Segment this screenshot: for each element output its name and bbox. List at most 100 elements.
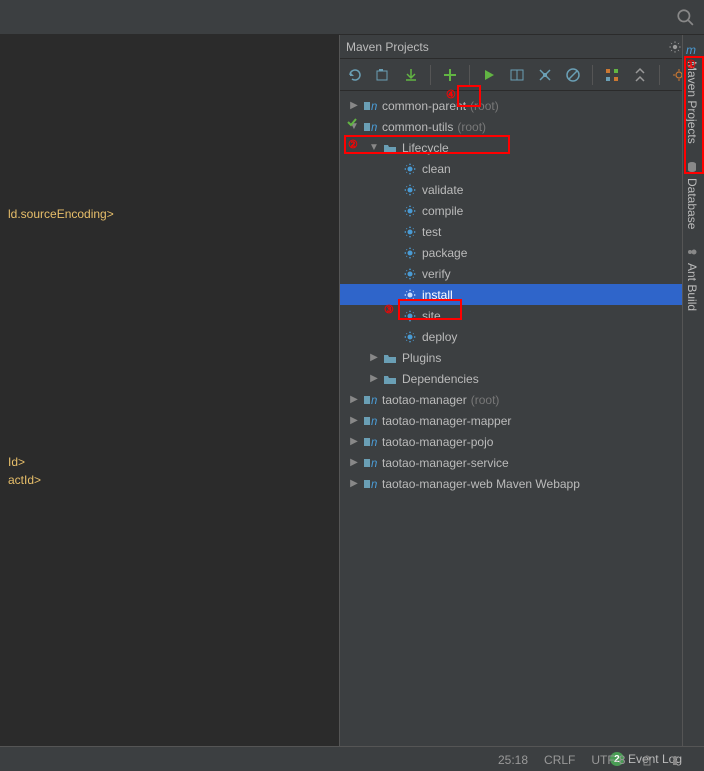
main-area: ld.sourceEncoding> Id> actId> Maven Proj… — [0, 35, 704, 746]
tree-item-label: install — [422, 288, 453, 302]
tree-item-verify[interactable]: verify — [340, 263, 704, 284]
search-icon[interactable] — [676, 8, 694, 26]
toggle-skip-tests-icon[interactable] — [562, 64, 584, 86]
tree-item-label: taotao-manager-pojo — [382, 435, 493, 449]
tree-item-label: taotao-manager — [382, 393, 467, 407]
expand-arrow-icon[interactable]: ▼ — [368, 142, 380, 153]
svg-text:m: m — [371, 456, 377, 470]
tree-item-label: compile — [422, 204, 463, 218]
tree-item-suffix: (root) — [457, 120, 486, 134]
expand-arrow-icon[interactable]: ▶ — [368, 373, 380, 384]
maven-icon: m — [362, 434, 378, 450]
tree-item-label: common-utils — [382, 120, 453, 134]
tab-label: Ant Build — [685, 263, 699, 311]
settings-gear-icon[interactable] — [668, 40, 682, 54]
folder-icon — [382, 371, 398, 387]
tree-item-taotao-manager[interactable]: ▶m taotao-manager (root) — [340, 389, 704, 410]
code-line: actId> — [8, 471, 339, 489]
maven-icon: m — [362, 392, 378, 408]
tree-item-taotao-manager-mapper[interactable]: ▶ m taotao-manager-mapper — [340, 410, 704, 431]
tree-item-taotao-manager-pojo[interactable]: ▶ m taotao-manager-pojo — [340, 431, 704, 452]
lock-icon[interactable] — [641, 754, 653, 766]
expand-arrow-icon[interactable]: ▶ — [348, 436, 360, 447]
maven-icon: m — [362, 413, 378, 429]
gear-icon — [402, 287, 418, 303]
hector-icon[interactable] — [669, 754, 681, 766]
show-dependencies-icon[interactable] — [601, 64, 623, 86]
tab-maven-projects[interactable]: m Maven Projects — [683, 35, 701, 152]
svg-text:m: m — [371, 99, 377, 113]
expand-arrow-icon[interactable]: ▶ — [348, 457, 360, 468]
line-separator[interactable]: CRLF — [544, 753, 575, 767]
tree-item-taotao-manager-web-Maven-Webapp[interactable]: ▶mtaotao-manager-web Maven Webapp — [340, 473, 704, 494]
tree-item-common-utils[interactable]: ▼mcommon-utils(root) — [340, 116, 704, 137]
tree-item-package[interactable]: package — [340, 242, 704, 263]
gear-icon — [402, 203, 418, 219]
tree-item-label: test — [422, 225, 441, 239]
gear-icon — [402, 329, 418, 345]
tree-item-taotao-manager-service[interactable]: ▶mtaotao-manager-service — [340, 452, 704, 473]
expand-arrow-icon[interactable]: ▶ — [348, 394, 360, 405]
gear-icon — [402, 224, 418, 240]
tree-item-label: verify — [422, 267, 451, 281]
tree-item-clean[interactable]: clean — [340, 158, 704, 179]
tree-item-install[interactable]: install — [340, 284, 704, 305]
reimport-icon[interactable] — [344, 64, 366, 86]
collapse-all-icon[interactable] — [629, 64, 651, 86]
tree-item-suffix: (root) — [471, 393, 500, 407]
svg-text:m: m — [686, 44, 696, 56]
tree-item-suffix: (root) — [470, 99, 499, 113]
cursor-position: 25:18 — [498, 753, 528, 767]
separator — [659, 65, 660, 85]
tree-item-validate[interactable]: validate — [340, 179, 704, 200]
panel-title: Maven Projects — [346, 40, 668, 54]
run-maven-build-icon[interactable] — [478, 64, 500, 86]
tree-item-Lifecycle[interactable]: ▼Lifecycle — [340, 137, 704, 158]
tree-item-label: package — [422, 246, 467, 260]
gear-icon — [402, 266, 418, 282]
file-encoding[interactable]: UTF-8 — [591, 753, 625, 767]
editor-pane[interactable]: ld.sourceEncoding> Id> actId> — [0, 35, 340, 746]
separator — [469, 65, 470, 85]
tree-item-Dependencies[interactable]: ▶ Dependencies — [340, 368, 704, 389]
gear-icon — [402, 161, 418, 177]
maven-tree[interactable]: ▶mcommon-parent(root)▼mcommon-utils(root… — [340, 91, 704, 746]
tree-item-site[interactable]: site — [340, 305, 704, 326]
gear-icon — [402, 182, 418, 198]
folder-icon — [382, 140, 398, 156]
gear-icon — [402, 245, 418, 261]
tree-item-label: Dependencies — [402, 372, 479, 386]
svg-text:m: m — [371, 414, 377, 428]
tree-item-test[interactable]: test — [340, 221, 704, 242]
tree-item-compile[interactable]: compile — [340, 200, 704, 221]
maven-icon: m — [362, 455, 378, 471]
execute-goal-icon[interactable] — [506, 64, 528, 86]
expand-arrow-icon[interactable]: ▶ — [368, 352, 380, 363]
download-sources-icon[interactable] — [400, 64, 422, 86]
tree-item-label: clean — [422, 162, 451, 176]
toggle-offline-icon[interactable] — [534, 64, 556, 86]
panel-header: Maven Projects — [340, 35, 704, 59]
tab-database[interactable]: Database — [683, 152, 701, 237]
tree-item-label: taotao-manager-mapper — [382, 414, 511, 428]
generate-sources-icon[interactable] — [372, 64, 394, 86]
gear-icon — [402, 308, 418, 324]
expand-arrow-icon[interactable]: ▶ — [348, 415, 360, 426]
tree-item-label: site — [422, 309, 441, 323]
maven-icon: m — [362, 476, 378, 492]
separator — [430, 65, 431, 85]
maven-toolbar — [340, 59, 704, 91]
tree-item-label: Plugins — [402, 351, 441, 365]
ant-icon — [685, 245, 699, 259]
add-maven-icon[interactable] — [439, 64, 461, 86]
tree-item-deploy[interactable]: deploy — [340, 326, 704, 347]
inspection-ok-icon — [346, 116, 358, 128]
svg-text:m: m — [371, 435, 377, 449]
code-line: ld.sourceEncoding> — [8, 205, 339, 223]
expand-arrow-icon[interactable]: ▶ — [348, 100, 360, 111]
expand-arrow-icon[interactable]: ▶ — [348, 478, 360, 489]
tree-item-common-parent[interactable]: ▶mcommon-parent(root) — [340, 95, 704, 116]
code-line: Id> — [8, 453, 339, 471]
tree-item-Plugins[interactable]: ▶ Plugins — [340, 347, 704, 368]
tab-ant-build[interactable]: Ant Build — [683, 237, 701, 319]
